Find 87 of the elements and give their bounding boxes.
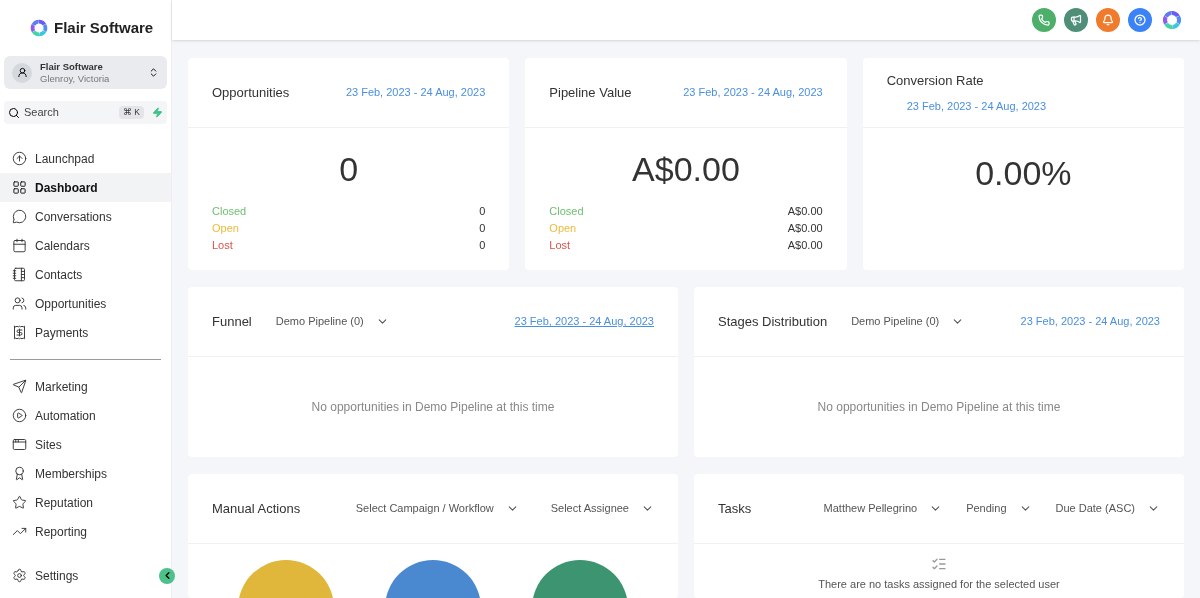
nav-icon <box>12 408 27 423</box>
shortcut-badge: ⌘ K <box>118 106 144 119</box>
dropdown[interactable]: Matthew Pellegrino <box>823 500 943 517</box>
account-location: Glenroy, Victoria <box>40 72 110 85</box>
sidebar-item[interactable]: Memberships <box>0 459 171 488</box>
empty-message: No opportunities in Demo Pipeline at this time <box>311 399 555 416</box>
phone-icon <box>1038 14 1050 26</box>
panel-title: Funnel <box>212 312 252 331</box>
sidebar-item[interactable]: Dashboard <box>0 173 171 202</box>
empty-message: No opportunities in Demo Pipeline at this time <box>817 399 1061 416</box>
status-label: Open <box>212 221 239 236</box>
sidebar-item[interactable]: Marketing <box>0 372 171 401</box>
stat-value: A$0.00 <box>631 149 741 190</box>
nav-icon <box>12 238 27 253</box>
search-input[interactable]: Search <box>24 104 115 121</box>
nav-icon <box>12 267 27 282</box>
sidebar-item[interactable]: Automation <box>0 401 171 430</box>
empty-message: There are no tasks assigned for the selected user <box>818 577 1060 592</box>
dropdown[interactable]: Demo Pipeline (0) <box>275 313 389 330</box>
nav-icon <box>12 296 27 311</box>
account-switcher[interactable]: Flair Software Glenroy, Victoria <box>4 56 167 89</box>
sidebar-item[interactable]: Opportunities <box>0 289 171 318</box>
date-range-link[interactable]: 23 Feb, 2023 - 24 Aug, 2023 <box>514 313 654 330</box>
sidebar-item[interactable]: Payments <box>0 318 171 347</box>
status-value: A$0.00 <box>787 204 823 219</box>
help-icon <box>1134 14 1146 26</box>
dropdown[interactable]: Select Campaign / Workflow <box>355 500 519 517</box>
date-range: 23 Feb, 2023 - 24 Aug, 2023 <box>683 85 823 101</box>
sidebar-item[interactable]: Launchpad <box>0 144 171 173</box>
card-title: Conversion Rate <box>886 71 985 90</box>
sidebar-item[interactable]: Conversations <box>0 202 171 231</box>
panel-title: Stages Distribution <box>718 312 828 331</box>
nav-icon <box>12 437 27 452</box>
checklist-icon <box>931 556 947 572</box>
card-title: Opportunities <box>212 83 290 102</box>
panel-title: Tasks <box>718 499 752 518</box>
card-title: Pipeline Value <box>549 83 632 102</box>
bell-button[interactable] <box>1096 8 1120 32</box>
avatar-icon <box>12 62 32 83</box>
status-label: Lost <box>549 238 571 253</box>
bolt-icon <box>152 107 163 118</box>
status-value: A$0.00 <box>787 238 823 253</box>
nav-icon <box>12 325 27 340</box>
sidebar-item[interactable]: Calendars <box>0 231 171 260</box>
dropdown[interactable]: Due Date (ASC) <box>1055 500 1160 517</box>
logo-icon <box>28 17 50 39</box>
nav-icon <box>12 209 27 224</box>
nav-icon <box>12 466 27 481</box>
status-value: A$0.00 <box>787 221 823 236</box>
stat-value: 0 <box>338 149 360 190</box>
help-button[interactable] <box>1128 8 1152 32</box>
dropdown[interactable]: Demo Pipeline (0) <box>851 313 965 330</box>
chevron-icon <box>148 67 159 78</box>
stat-value: 0.00% <box>974 153 1073 194</box>
date-range-link[interactable]: 23 Feb, 2023 - 24 Aug, 2023 <box>1020 313 1160 330</box>
status-label: Lost <box>212 238 233 253</box>
sidebar-item[interactable]: Sites <box>0 430 171 459</box>
panel-title: Manual Actions <box>212 499 301 518</box>
status-label: Closed <box>212 204 247 219</box>
date-range: 23 Feb, 2023 - 24 Aug, 2023 <box>905 99 1048 114</box>
sidebar-item[interactable]: Reputation <box>0 488 171 517</box>
logo-icon <box>1160 8 1184 32</box>
brand-name: Flair Software <box>54 17 154 38</box>
phone-button[interactable] <box>1032 8 1056 32</box>
nav-icon <box>12 180 27 195</box>
settings-item[interactable]: Settings <box>0 561 159 590</box>
nav-icon <box>12 379 27 394</box>
search-bar[interactable]: Search ⌘ K <box>4 101 167 124</box>
dropdown[interactable]: Pending <box>966 500 1032 517</box>
bell-icon <box>1102 14 1114 26</box>
status-value: 0 <box>479 238 486 253</box>
megaphone-button[interactable] <box>1064 8 1088 32</box>
search-icon <box>8 106 20 119</box>
nav-icon <box>12 495 27 510</box>
collapse-button[interactable] <box>159 567 175 584</box>
status-value: 0 <box>479 221 486 236</box>
nav-icon <box>12 151 27 166</box>
sidebar-item[interactable]: Contacts <box>0 260 171 289</box>
settings-icon <box>12 568 27 583</box>
dropdown[interactable]: Select Assignee <box>550 500 654 517</box>
status-value: 0 <box>479 204 486 219</box>
sidebar-item[interactable]: Reporting <box>0 517 171 546</box>
date-range: 23 Feb, 2023 - 24 Aug, 2023 <box>345 85 486 101</box>
status-label: Open <box>549 221 577 236</box>
megaphone-icon <box>1070 14 1082 26</box>
account-name: Flair Software <box>40 60 103 73</box>
status-label: Closed <box>549 204 584 219</box>
